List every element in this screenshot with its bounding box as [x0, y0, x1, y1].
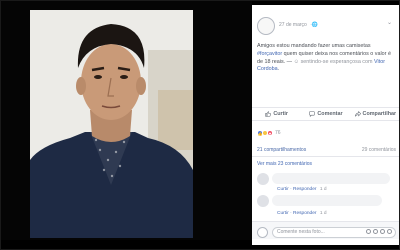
share-button[interactable]: Compartilhar: [351, 111, 400, 117]
comment-time[interactable]: 1 d: [320, 211, 327, 216]
view-more-comments-link[interactable]: Ver mais 23 comentários: [257, 161, 312, 167]
comment-reply-link[interactable]: Responder: [293, 211, 316, 216]
like-button[interactable]: Curtir: [252, 111, 301, 117]
love-reaction-icon: ♥: [267, 130, 273, 136]
hashtag-link[interactable]: #forçavitor: [257, 51, 282, 57]
post-date-text: 27 de março: [279, 22, 307, 28]
comment-actions: Curtir · Responder 1 d: [277, 187, 327, 192]
gif-icon[interactable]: [380, 229, 385, 234]
comment-reply-link[interactable]: Responder: [293, 187, 316, 192]
comment-bubble: [272, 173, 390, 184]
post-photo[interactable]: [30, 10, 193, 238]
reaction-count: 76: [275, 130, 281, 136]
author-avatar[interactable]: [257, 17, 275, 35]
comment-avatar[interactable]: [257, 195, 269, 207]
comment-label: Comentar: [317, 111, 343, 117]
post-side-panel: 27 de março ·🌐 ⌄ Amigos estou mandando f…: [252, 5, 400, 245]
camera-icon[interactable]: [373, 229, 378, 234]
comment-button[interactable]: Comentar: [301, 111, 350, 117]
comment-avatar[interactable]: [257, 173, 269, 185]
comment-like-link[interactable]: Curtir: [277, 187, 289, 192]
mention-end: .: [277, 66, 280, 73]
comment-composer: Comente nesta foto...: [252, 221, 400, 239]
reactions-summary[interactable]: 👍 ♥ 76: [257, 129, 281, 137]
comment-input[interactable]: Comente nesta foto...: [272, 227, 396, 238]
share-arrow-icon: [354, 111, 361, 117]
thumbs-up-icon: [265, 111, 272, 117]
comment-like-link[interactable]: Curtir: [277, 211, 289, 216]
like-label: Curtir: [273, 111, 288, 117]
comment-placeholder: Comente nesta foto...: [277, 229, 325, 235]
post-header: 27 de março ·🌐 ⌄: [252, 5, 400, 35]
feeling-icon: ☺: [293, 58, 301, 65]
emoji-icon[interactable]: [366, 229, 371, 234]
globe-icon: ·🌐: [310, 22, 319, 28]
user-avatar: [257, 227, 268, 238]
portrait-image: [30, 10, 193, 238]
shares-count[interactable]: 21 compartilhamentos: [257, 147, 306, 153]
sticker-icon[interactable]: [387, 229, 392, 234]
post-actions: Curtir Comentar Compartilhar: [252, 107, 400, 121]
feeling-text: sentindo-se esperançosa com: [300, 58, 373, 65]
post-date[interactable]: 27 de março ·🌐: [279, 22, 318, 28]
share-label: Compartilhar: [362, 111, 397, 117]
comment-time[interactable]: 1 d: [320, 187, 327, 192]
post-stats: 21 compartilhamentos 29 comentários: [257, 147, 396, 153]
composer-icons: [366, 229, 392, 234]
comment-actions: Curtir · Responder 1 d: [277, 211, 327, 216]
divider: [252, 156, 400, 157]
photo-viewer: 27 de março ·🌐 ⌄ Amigos estou mandando f…: [0, 0, 400, 250]
post-text-start: Amigos estou mandando fazer umas camiset…: [257, 43, 371, 49]
post-text: Amigos estou mandando fazer umas camiset…: [257, 43, 395, 74]
photo-area: [0, 0, 252, 240]
comment-bubble: [272, 195, 382, 206]
chevron-down-icon[interactable]: ⌄: [387, 19, 392, 26]
speech-bubble-icon: [309, 111, 316, 117]
comments-count[interactable]: 29 comentários: [362, 147, 396, 153]
